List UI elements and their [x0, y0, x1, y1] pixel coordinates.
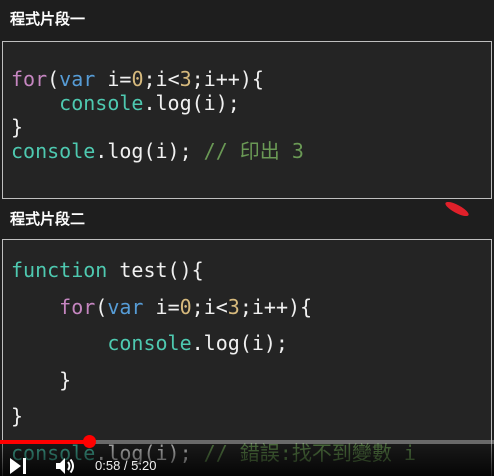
code-token: var [107, 294, 144, 319]
code-token: ;i++){ [191, 67, 264, 91]
code-token: = [167, 294, 180, 319]
code-token: test(){ [107, 258, 204, 282]
code-token: for [59, 294, 96, 319]
code-line: for(var i=0;i<3;i++){ [11, 289, 416, 326]
code-token: ( [95, 294, 108, 319]
code-token: = [119, 67, 132, 91]
section-1-heading: 程式片段一 [10, 10, 86, 28]
code-token: 0 [131, 67, 144, 91]
code-token: i [143, 294, 168, 319]
progress-played [0, 440, 89, 444]
code-line: function test(){ [11, 252, 416, 289]
code-token: } [11, 404, 24, 428]
code-token: 3 [179, 67, 192, 91]
red-pointer-mark [443, 199, 471, 219]
code-token: // 印出 3 [203, 139, 304, 163]
code-token: 0 [179, 294, 192, 319]
code-token: i [95, 67, 120, 91]
code-token: var [59, 67, 96, 91]
code-line: console.log(i); // 印出 3 [11, 139, 304, 163]
code-block-2: function test(){ for(var i=0;i<3;i++){ c… [11, 252, 416, 471]
code-line: console.log(i); [11, 325, 416, 362]
code-line: } [11, 115, 304, 139]
progress-scrubber[interactable] [83, 435, 96, 448]
play-next-icon[interactable] [8, 457, 30, 475]
code-token: ;i< [143, 67, 180, 91]
code-token: ;i++){ [239, 294, 313, 319]
code-token: console [59, 91, 144, 115]
code-line: console.log(i); [11, 91, 304, 115]
code-token: for [11, 67, 48, 91]
code-block-1: for(var i=0;i<3;i++){ console.log(i);} co… [11, 67, 304, 163]
code-line: } [11, 362, 416, 399]
code-token: console [11, 139, 96, 163]
code-token: .log(i); [143, 91, 240, 115]
code-token: } [11, 367, 72, 392]
code-token: ( [47, 67, 60, 91]
code-line: } [11, 398, 416, 435]
code-token: } [11, 115, 24, 139]
code-token: .log(i); [191, 331, 288, 355]
code-panel-1: for(var i=0;i<3;i++){ console.log(i);} co… [2, 41, 492, 199]
code-token: function [11, 258, 108, 282]
section-2-heading: 程式片段二 [10, 210, 86, 228]
code-line: for(var i=0;i<3;i++){ [11, 67, 304, 91]
code-token: .log(i); [95, 139, 204, 163]
volume-icon[interactable] [55, 457, 77, 475]
code-token: console [107, 331, 192, 355]
time-display: 0:58 / 5:20 [95, 458, 157, 473]
code-token: ;i< [191, 294, 228, 319]
code-token: 3 [227, 294, 240, 319]
